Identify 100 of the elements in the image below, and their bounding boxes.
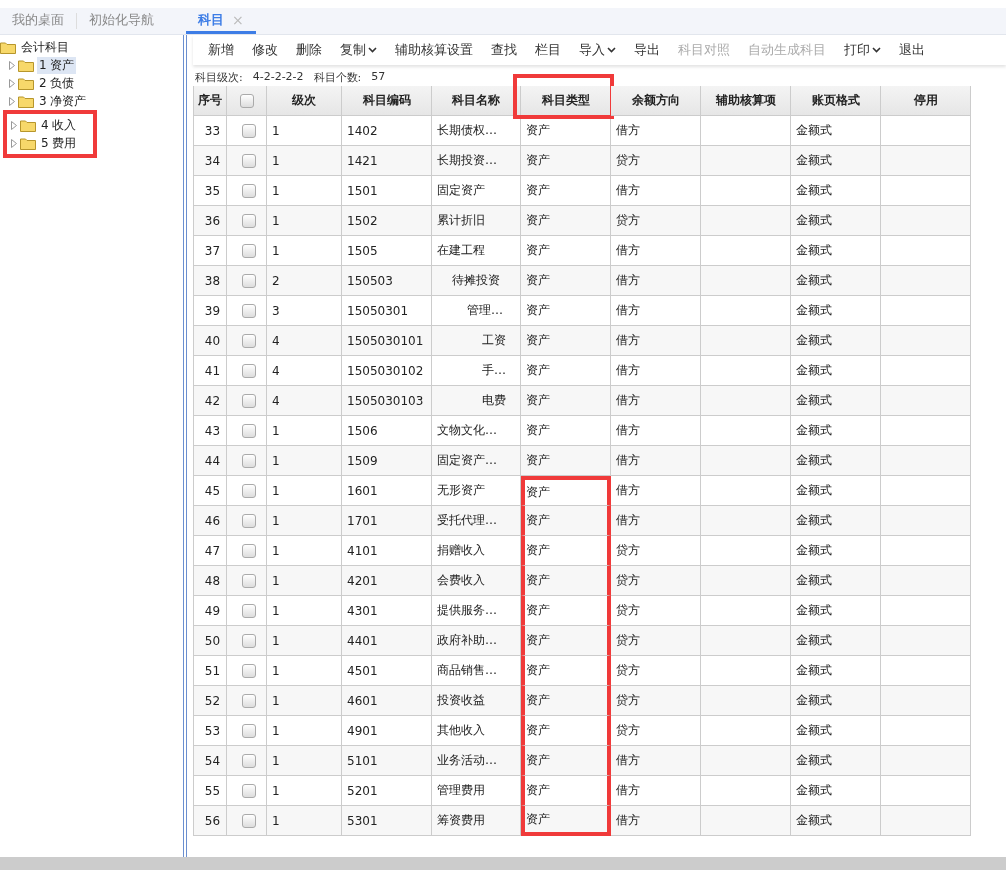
checkbox[interactable]	[242, 663, 256, 678]
table-cell: 借方	[611, 266, 701, 296]
table-cell: 管理…	[432, 296, 521, 326]
tree-root[interactable]: 会计科目	[19, 38, 71, 56]
checkbox[interactable]	[242, 513, 256, 528]
table-cell: 手…	[432, 356, 521, 386]
table-cell: 1506	[342, 416, 432, 446]
table-cell: 1	[267, 446, 342, 476]
folder-icon	[20, 136, 36, 150]
table-cell: 资产	[521, 536, 611, 566]
checkbox[interactable]	[242, 153, 256, 168]
checkbox[interactable]	[242, 273, 256, 288]
checkbox[interactable]	[239, 93, 254, 108]
checkbox[interactable]	[242, 603, 256, 618]
table-cell: 金额式	[791, 626, 881, 656]
table-cell: 5101	[342, 746, 432, 776]
checkbox[interactable]	[242, 213, 256, 228]
checkbox[interactable]	[242, 423, 256, 438]
checkbox[interactable]	[242, 393, 256, 408]
checkbox[interactable]	[242, 813, 256, 828]
checkbox[interactable]	[242, 453, 256, 468]
checkbox[interactable]	[242, 633, 256, 648]
table-cell: 在建工程	[432, 236, 521, 266]
toolbar-button[interactable]: 新增	[201, 37, 241, 63]
checkbox[interactable]	[242, 753, 256, 768]
tab[interactable]: 科目 ×	[186, 8, 256, 34]
column-header: 余额方向	[611, 86, 701, 116]
table-cell: 4301	[342, 596, 432, 626]
table-cell: 受托代理…	[432, 506, 521, 536]
table-cell: 金额式	[791, 176, 881, 206]
toolbar-button[interactable]: 修改	[245, 37, 285, 63]
table-cell: 借方	[611, 506, 701, 536]
checkbox[interactable]	[242, 723, 256, 738]
toolbar-button[interactable]: 复制	[333, 37, 384, 63]
table-cell: 资产	[521, 566, 611, 596]
toolbar-button[interactable]: 导入	[572, 37, 623, 63]
table-cell: 55	[194, 776, 227, 806]
table-cell: 商品销售…	[432, 656, 521, 686]
scrollbar[interactable]	[0, 857, 1006, 870]
table-cell: 1505030101	[342, 326, 432, 356]
table-cell: 1	[267, 596, 342, 626]
checkbox[interactable]	[242, 483, 256, 498]
table-cell: 1	[267, 476, 342, 506]
checkbox[interactable]	[242, 243, 256, 258]
table-cell: 1	[267, 566, 342, 596]
checkbox[interactable]	[242, 543, 256, 558]
table-cell: 1501	[342, 176, 432, 206]
table-cell: 金额式	[791, 806, 881, 836]
tree-item[interactable]: 2 负债	[37, 74, 77, 92]
table-cell: 贷方	[611, 626, 701, 656]
table-cell: 借方	[611, 296, 701, 326]
checkbox[interactable]	[242, 123, 256, 138]
table-cell: 4401	[342, 626, 432, 656]
toolbar-button[interactable]: 打印	[837, 37, 888, 63]
table-cell: 资产	[521, 656, 611, 686]
table-cell: 53	[194, 716, 227, 746]
toolbar-button[interactable]: 辅助核算设置	[388, 37, 480, 63]
table-cell: 39	[194, 296, 227, 326]
table-cell: 1	[267, 656, 342, 686]
tree-item[interactable]: 3 净资产	[37, 92, 89, 110]
checkbox[interactable]	[242, 573, 256, 588]
table-cell: 33	[194, 116, 227, 146]
toolbar-button[interactable]: 删除	[289, 37, 329, 63]
checkbox[interactable]	[242, 693, 256, 708]
header-checkbox-cell[interactable]	[227, 86, 267, 116]
table-cell: 资产	[521, 776, 611, 806]
tree-item[interactable]: 1 资产	[37, 56, 77, 74]
table-cell: 48	[194, 566, 227, 596]
checkbox[interactable]	[242, 183, 256, 198]
table-cell: 5301	[342, 806, 432, 836]
table-cell: 54	[194, 746, 227, 776]
table-cell: 1	[267, 506, 342, 536]
toolbar-button[interactable]: 退出	[892, 37, 932, 63]
table-cell: 金额式	[791, 596, 881, 626]
toolbar-button[interactable]: 栏目	[528, 37, 568, 63]
checkbox[interactable]	[242, 333, 256, 348]
table-cell: 资产	[521, 716, 611, 746]
table-cell: 贷方	[611, 206, 701, 236]
toolbar-button[interactable]: 导出	[627, 37, 667, 63]
column-header: 科目名称	[432, 86, 521, 116]
table-cell: 4	[267, 326, 342, 356]
table-cell: 3	[267, 296, 342, 326]
tree-item[interactable]: 5 费用	[39, 134, 79, 152]
table-cell: 金额式	[791, 776, 881, 806]
table-cell: 42	[194, 386, 227, 416]
table-cell: 资产	[521, 326, 611, 356]
checkbox[interactable]	[242, 783, 256, 798]
table-cell: 贷方	[611, 146, 701, 176]
info-value: 57	[371, 70, 386, 85]
checkbox[interactable]	[242, 363, 256, 378]
table-cell: 筹资费用	[432, 806, 521, 836]
tree-item[interactable]: 4 收入	[39, 116, 79, 134]
table-cell: 会费收入	[432, 566, 521, 596]
table-cell: 金额式	[791, 416, 881, 446]
toolbar-button[interactable]: 查找	[484, 37, 524, 63]
checkbox[interactable]	[242, 303, 256, 318]
table-cell: 借方	[611, 446, 701, 476]
folder-icon	[18, 76, 34, 90]
table-cell: 固定资产	[432, 176, 521, 206]
table-cell: 金额式	[791, 476, 881, 506]
